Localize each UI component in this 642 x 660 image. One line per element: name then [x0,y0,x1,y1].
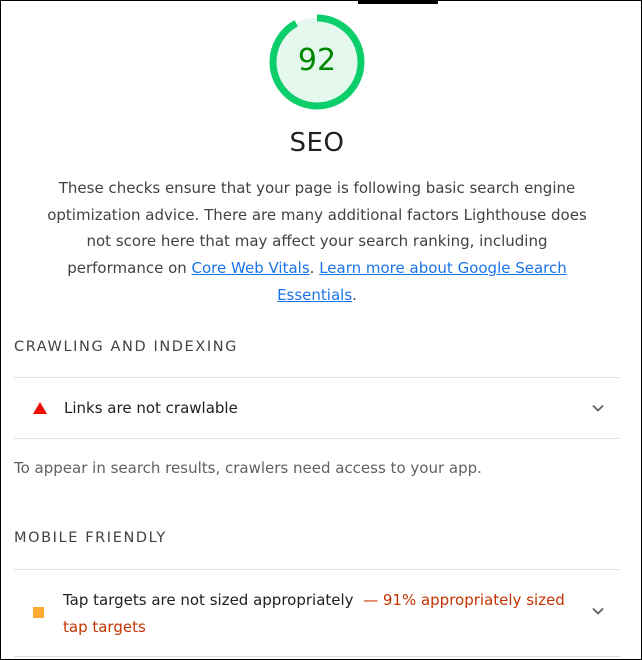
divider [14,656,620,657]
audit-tap-targets[interactable]: Tap targets are not sized appropriately … [14,570,620,656]
top-scroll-indicator [358,1,438,4]
chevron-down-icon[interactable] [589,399,607,417]
divider [14,438,620,439]
group-description-crawling: To appear in search results, crawlers ne… [14,459,482,477]
group-title-mobile: MOBILE FRIENDLY [14,530,167,546]
audit-title: Links are not crawlable [64,399,238,417]
chevron-down-icon[interactable] [589,602,607,620]
score-gauge[interactable]: 92 [266,11,368,113]
average-square-icon [33,607,44,618]
fail-triangle-icon [33,402,47,414]
group-title-crawling: CRAWLING AND INDEXING [14,339,239,355]
audit-links-crawlable[interactable]: Links are not crawlable [14,378,620,438]
lighthouse-seo-panel: 92 SEO These checks ensure that your pag… [0,0,642,660]
core-web-vitals-link[interactable]: Core Web Vitals [192,259,310,277]
category-description: These checks ensure that your page is fo… [41,175,593,309]
description-separator: . [309,259,320,278]
audit-title: Tap targets are not sized appropriately … [63,587,573,640]
learn-more-link[interactable]: Learn more about Google Search Essential… [277,259,567,304]
audit-title-text: Tap targets are not sized appropriately [63,591,354,609]
score-value: 92 [297,43,337,78]
category-title: SEO [289,128,345,158]
description-end: . [352,285,357,304]
